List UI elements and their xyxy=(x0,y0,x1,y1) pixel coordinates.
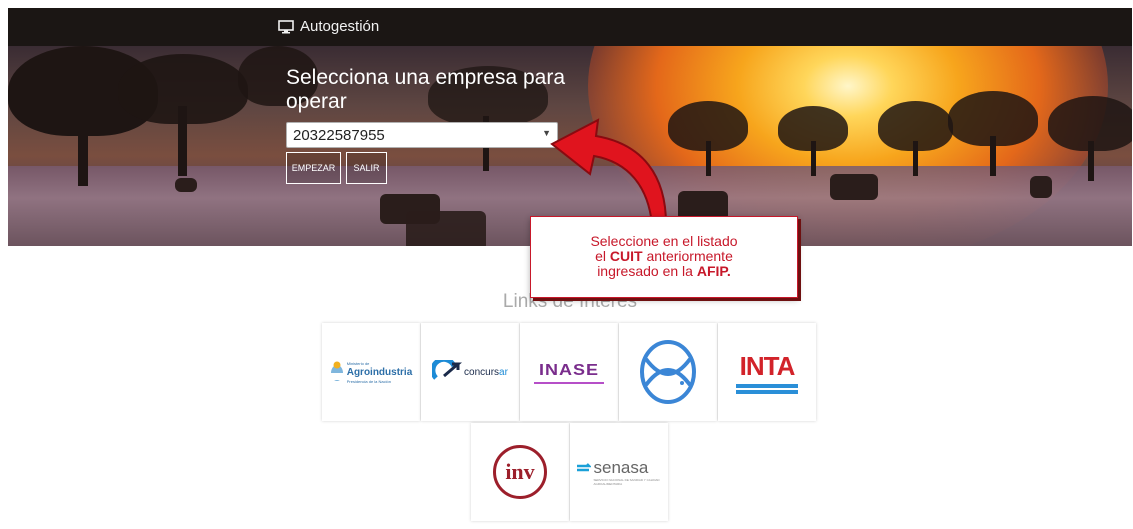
link-card-fish-logo[interactable] xyxy=(619,323,717,421)
concursar-accent-text: ar xyxy=(499,366,508,378)
callout-line-3-pre: ingresado en la xyxy=(597,263,697,279)
inta-stripe-bottom xyxy=(736,389,798,394)
link-card-concursar[interactable]: concursar xyxy=(421,323,519,421)
link-card-agroindustria[interactable]: Ministerio de Agroindustria Presidencia … xyxy=(322,323,420,421)
start-button[interactable]: EMPEZAR xyxy=(286,152,341,184)
agro-main-text: Agroindustria xyxy=(346,366,413,378)
tree-trunk xyxy=(1088,141,1094,181)
tree-trunk xyxy=(78,106,88,186)
senasa-logo-icon xyxy=(576,463,591,472)
cow-silhouette xyxy=(1030,176,1052,198)
inase-underline xyxy=(534,382,604,384)
senasa-sub-text: SERVICIO NACIONAL DE SANIDAD Y CALIDAD A… xyxy=(593,478,660,486)
concursar-text: concurs xyxy=(464,366,500,378)
tree-trunk xyxy=(178,106,187,176)
brand-link[interactable]: Autogestión xyxy=(278,18,379,35)
senasa-logo-text: senasa xyxy=(593,458,649,477)
curved-arrow-icon xyxy=(550,118,668,225)
link-card-senasa[interactable]: senasa SERVICIO NACIONAL DE SANIDAD Y CA… xyxy=(570,423,668,521)
inta-logo-text: INTA xyxy=(739,350,796,381)
instruction-callout: Seleccione en el listado el CUIT anterio… xyxy=(530,216,798,298)
tree-trunk xyxy=(913,141,918,176)
tree-trunk xyxy=(706,141,711,176)
inta-stripe-top xyxy=(736,383,798,388)
inase-logo-text: INASE xyxy=(538,361,599,379)
callout-cuit-highlight: CUIT xyxy=(609,248,643,264)
inv-logo-text: inv xyxy=(505,459,535,484)
tree-trunk xyxy=(811,141,816,176)
callout-line-2: el CUIT anteriormente xyxy=(531,249,797,264)
callout-afip-highlight: AFIP. xyxy=(696,263,731,279)
cow-silhouette xyxy=(175,178,197,192)
agro-sub-text: Presidencia de la Nación xyxy=(346,378,391,384)
exit-button[interactable]: SALIR xyxy=(346,152,387,184)
callout-line-1: Seleccione en el listado xyxy=(590,233,738,249)
callout-line-2-post: anteriormente xyxy=(642,248,733,264)
company-select-value: 20322587955 xyxy=(293,126,385,144)
cow-silhouette xyxy=(830,174,878,200)
callout-line-3: ingresado en la AFIP. xyxy=(531,264,797,279)
page-frame: Autogestión Selecciona una empresa para … xyxy=(8,8,1132,529)
company-select[interactable]: 20322587955 ▼ xyxy=(286,122,558,148)
link-card-inase[interactable]: INASE xyxy=(520,323,618,421)
callout-line-2-pre: el xyxy=(595,248,610,264)
argentina-coat-of-arms-icon xyxy=(330,361,343,381)
brand-label: Autogestión xyxy=(300,18,380,35)
tree-trunk xyxy=(990,136,996,176)
cow-silhouette xyxy=(406,211,486,246)
inv-logo-icon: inv xyxy=(493,445,547,499)
link-card-inv[interactable]: inv xyxy=(471,423,569,521)
top-bar: Autogestión xyxy=(8,8,1132,46)
concursar-logo-icon xyxy=(432,360,463,380)
monitor-icon xyxy=(278,19,294,33)
link-card-inta[interactable]: INTA xyxy=(718,323,816,421)
fish-circle-logo-icon xyxy=(640,340,696,404)
